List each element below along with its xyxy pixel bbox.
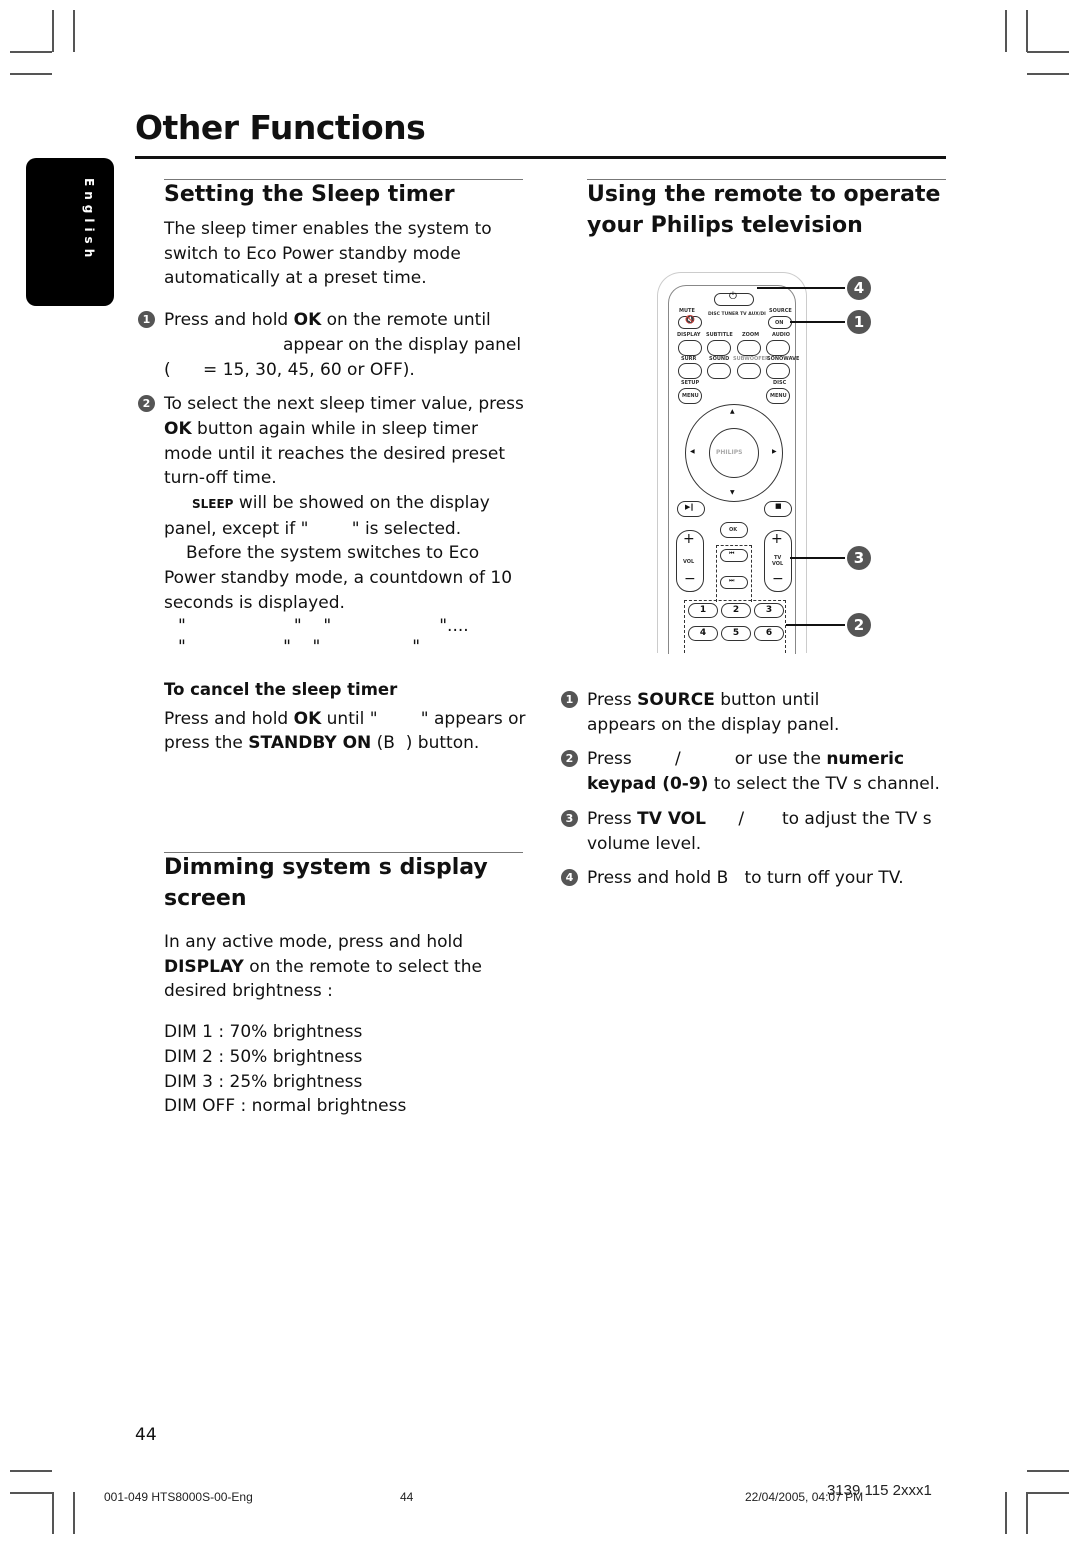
mute-button[interactable]: 🔇: [678, 315, 702, 329]
tv-step-2: 2 Press / or use the numeric keypad (0-9…: [561, 747, 947, 796]
tv-vol-rocker[interactable]: + TV VOL −: [764, 530, 792, 592]
subwoofer-button[interactable]: [737, 363, 761, 379]
crop-mark: [1027, 1492, 1069, 1494]
audio-button[interactable]: [766, 340, 790, 356]
callout-line: [790, 557, 845, 559]
sound-button[interactable]: [707, 363, 731, 379]
crop-mark: [1026, 10, 1028, 52]
footer-code: 3139 115 2xxx1: [827, 1482, 932, 1499]
crop-mark: [1026, 1492, 1028, 1534]
callout-badge: 2: [847, 613, 871, 637]
power-icon: ⏻: [729, 291, 737, 302]
remote-tv-heading: Using the remote to operate your Philips…: [587, 182, 941, 238]
dim-level: DIM 2 : 50% brightness: [164, 1046, 363, 1067]
display-button[interactable]: [678, 340, 702, 356]
crop-mark: [10, 1492, 52, 1494]
sonowave-button[interactable]: [766, 363, 790, 379]
callout-badge: 1: [847, 310, 871, 334]
sleep-step-1: 1 Press and hold OK on the remote until …: [138, 308, 526, 382]
footer-page: 44: [400, 1490, 414, 1504]
key-2[interactable]: 2: [721, 603, 751, 618]
play-pause-button[interactable]: ▶‖: [677, 501, 705, 517]
callout-line: [790, 321, 845, 323]
sleep-timer-intro: The sleep timer enables the system to sw…: [164, 219, 492, 289]
crop-mark: [10, 1470, 52, 1472]
play-pause-icon: ▶‖: [685, 503, 694, 511]
crop-mark: [10, 73, 52, 75]
surr-button[interactable]: [678, 363, 702, 379]
key-6[interactable]: 6: [754, 626, 784, 641]
stop-button[interactable]: ■: [764, 501, 792, 517]
title-divider: [135, 156, 946, 159]
tv-step-3: 3 Press TV VOL / to adjust the TV s volu…: [561, 807, 947, 856]
setup-menu-button[interactable]: MENU: [678, 388, 702, 404]
crop-mark: [1027, 1470, 1069, 1472]
page-title: Other Functions: [135, 108, 426, 147]
crop-mark: [52, 1492, 54, 1534]
arrow-down-icon: ▼: [730, 489, 735, 496]
dimming-intro: In any active mode, press and hold DISPL…: [164, 932, 482, 1002]
arrow-up-icon: ▲: [730, 408, 735, 415]
prev-channel-button[interactable]: ⏮: [720, 549, 748, 562]
crop-mark: [52, 10, 54, 52]
footer-file: 001-049 HTS8000S-00-Eng: [104, 1490, 253, 1504]
subtitle-button[interactable]: [707, 340, 731, 356]
stop-icon: ■: [775, 502, 782, 510]
remote-tv-steps: 1 Press SOURCE button until appears on t…: [561, 688, 947, 891]
step-number-badge: 2: [138, 395, 155, 413]
dimming-section: Dimming system s display screen In any a…: [164, 852, 504, 1119]
dim-level: DIM 3 : 25% brightness: [164, 1071, 363, 1092]
source-on-button[interactable]: ON: [768, 316, 792, 329]
key-1[interactable]: 1: [688, 603, 718, 618]
key-3[interactable]: 3: [754, 603, 784, 618]
navigation-ring[interactable]: PHILIPS ▲ ▼ ◀ ▶: [685, 404, 783, 502]
sleep-timer-section: Setting the Sleep timer The sleep timer …: [138, 179, 531, 756]
next-channel-button[interactable]: ⏭: [720, 576, 748, 589]
cancel-sleep-heading: To cancel the sleep timer: [164, 679, 398, 699]
sleep-step-2: 2 To select the next sleep timer value, …: [138, 392, 526, 657]
callout-line: [786, 624, 845, 626]
dimming-heading: Dimming system s display screen: [164, 855, 488, 911]
crop-mark: [1027, 73, 1069, 75]
dim-level: DIM OFF : normal brightness: [164, 1096, 407, 1117]
key-4[interactable]: 4: [688, 626, 718, 641]
callout-line: [757, 287, 845, 289]
step-number-badge: 1: [138, 311, 155, 329]
crop-mark: [1005, 1492, 1007, 1534]
previous-icon: ⏮: [729, 550, 735, 557]
callout-badge: 4: [847, 276, 871, 300]
language-tab-label: English: [82, 178, 96, 263]
mute-icon: 🔇: [685, 315, 695, 324]
power-button[interactable]: ⏻: [714, 291, 754, 306]
key-5[interactable]: 5: [721, 626, 751, 641]
page-number: 44: [135, 1425, 157, 1445]
ok-button[interactable]: OK: [720, 522, 748, 538]
crop-mark: [73, 10, 75, 52]
arrow-left-icon: ◀: [690, 448, 695, 455]
language-tab: English: [26, 158, 114, 306]
tv-step-1: 1 Press SOURCE button until appears on t…: [561, 688, 947, 737]
vol-rocker[interactable]: + VOL −: [676, 530, 704, 592]
dimming-levels: DIM 1 : 70% brightness DIM 2 : 50% brigh…: [164, 1020, 504, 1119]
callout-badge: 3: [847, 546, 871, 570]
crop-mark: [10, 51, 52, 53]
cancel-sleep-text: Press and hold OK until " " appears or p…: [164, 708, 531, 754]
tv-step-4: 4 Press and hold B to turn off your TV.: [561, 866, 947, 891]
next-icon: ⏭: [729, 577, 735, 584]
sleep-timer-heading: Setting the Sleep timer: [164, 182, 455, 207]
disc-menu-button[interactable]: MENU: [766, 388, 790, 404]
crop-mark: [1005, 10, 1007, 52]
zoom-button[interactable]: [737, 340, 761, 356]
arrow-right-icon: ▶: [772, 448, 777, 455]
crop-mark: [1027, 51, 1069, 53]
dim-level: DIM 1 : 70% brightness: [164, 1022, 363, 1043]
crop-mark: [73, 1492, 75, 1534]
